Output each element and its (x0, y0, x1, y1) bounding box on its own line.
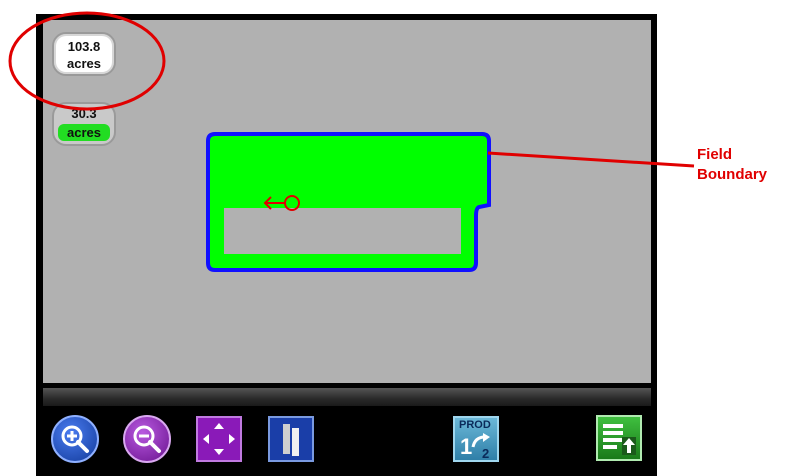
zoom-out-icon (133, 425, 161, 453)
pan-arrows-icon (203, 423, 235, 455)
map-view[interactable]: 103.8 acres 30.3 acres (43, 20, 651, 383)
bottom-toolbar: PROD 1 2 (40, 406, 656, 476)
boom-section-icon (283, 424, 299, 456)
covered-area-unit: acres (58, 124, 110, 141)
layers-menu-button[interactable] (596, 415, 642, 461)
zoom-in-icon (61, 425, 89, 453)
product-to: 2 (482, 446, 490, 461)
total-area-badge[interactable]: 103.8 acres (52, 32, 116, 76)
layers-menu-icon (603, 424, 636, 455)
product-switch-button[interactable]: PROD 1 2 (453, 416, 499, 462)
pan-button[interactable] (196, 416, 242, 462)
zoom-in-button[interactable] (51, 415, 99, 463)
product-label: PROD (459, 419, 491, 431)
uncovered-area (224, 208, 461, 254)
covered-area-value: 30.3 (71, 106, 97, 121)
annotation-line2: Boundary (697, 166, 768, 183)
zoom-out-button[interactable] (123, 415, 171, 463)
boom-section-button[interactable] (268, 416, 314, 462)
annotation-line1: Field (697, 146, 733, 163)
covered-area-badge[interactable]: 30.3 acres (52, 102, 116, 146)
field-map (206, 132, 491, 272)
total-area-value: 103.8 (67, 39, 101, 54)
toolbar-divider (43, 388, 651, 406)
field-boundary-annotation: Field Boundary (697, 145, 767, 185)
total-area-unit: acres (67, 56, 101, 71)
